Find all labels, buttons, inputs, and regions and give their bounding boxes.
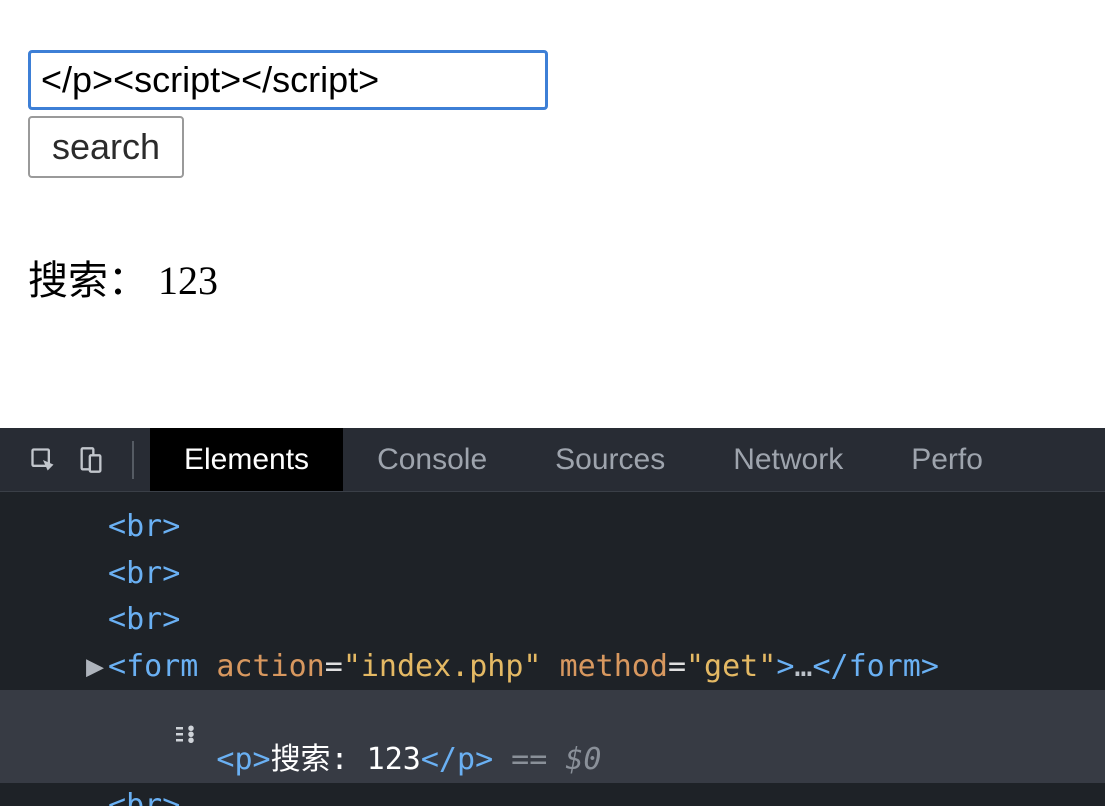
devtools-panel: Elements Console Sources Network Perfo <… xyxy=(0,428,1105,806)
toolbar-divider xyxy=(132,441,134,479)
elements-tree[interactable]: <br> <br> <br> ▶<form action="index.php"… xyxy=(0,492,1105,806)
search-result-text: 搜索： 123 xyxy=(28,248,1077,306)
dom-node-br[interactable]: <br> xyxy=(0,597,1105,644)
breadcrumb-indicator-icon xyxy=(28,667,201,806)
search-button[interactable]: search xyxy=(28,116,184,178)
tab-elements[interactable]: Elements xyxy=(150,428,343,491)
tab-network[interactable]: Network xyxy=(699,428,877,491)
tab-sources[interactable]: Sources xyxy=(521,428,699,491)
devtools-tabbar: Elements Console Sources Network Perfo xyxy=(0,428,1105,492)
page-content: search 搜索： 123 xyxy=(0,0,1105,326)
dom-node-br[interactable]: <br> xyxy=(0,504,1105,551)
dom-node-br[interactable]: <br> xyxy=(0,551,1105,598)
search-input[interactable] xyxy=(28,50,548,110)
tab-performance[interactable]: Perfo xyxy=(877,428,1017,491)
tab-console[interactable]: Console xyxy=(343,428,521,491)
dom-node-p-selected[interactable]: <p>搜索: 123</p> == $0 xyxy=(0,690,1105,783)
device-toggle-icon[interactable] xyxy=(76,445,106,475)
inspect-element-icon[interactable] xyxy=(28,445,58,475)
